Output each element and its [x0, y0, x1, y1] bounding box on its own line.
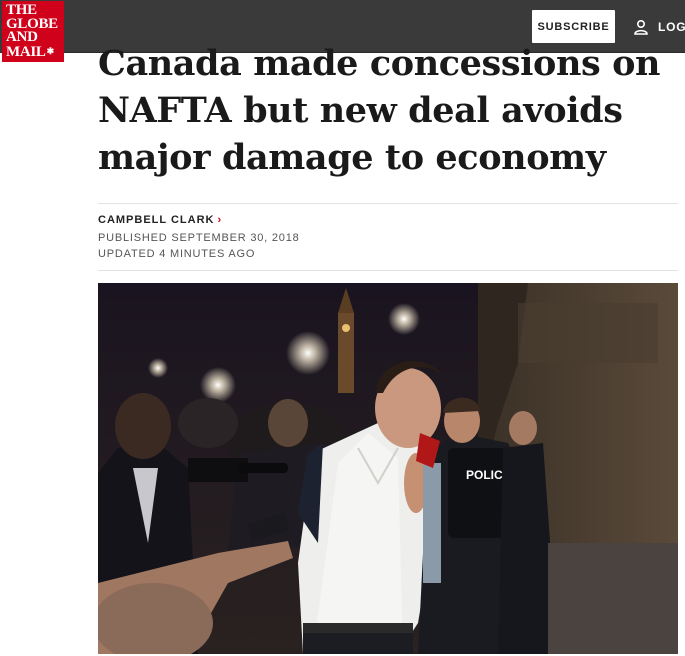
logo-line: AND — [6, 29, 38, 45]
published-date: PUBLISHED SEPTEMBER 30, 2018 — [98, 232, 300, 244]
chevron-right-icon: › — [217, 214, 223, 226]
login-label: LOG — [658, 20, 685, 34]
maple-leaf-icon: ✱ — [46, 45, 55, 56]
login-button[interactable]: LOG — [633, 14, 685, 40]
article-headline: Canada made concessions on NAFTA but new… — [98, 40, 668, 181]
headline-line: major damage to economy — [98, 137, 606, 178]
divider — [98, 270, 678, 271]
byline[interactable]: CAMPBELL CLARK › — [98, 214, 222, 226]
article-photo: POLICE — [98, 283, 678, 654]
headline-line: Canada made concessions on — [98, 43, 661, 84]
headline-line: NAFTA but new deal avoids — [98, 90, 623, 131]
divider — [98, 203, 678, 204]
logo-line: MAIL✱ — [6, 43, 55, 60]
subscribe-button[interactable]: SUBSCRIBE — [532, 10, 615, 43]
photo-illustration: POLICE — [98, 283, 678, 654]
globe-and-mail-logo[interactable]: THE GLOBE AND MAIL✱ — [2, 1, 64, 62]
updated-time: UPDATED 4 MINUTES AGO — [98, 248, 256, 260]
user-icon — [634, 19, 648, 35]
author-name[interactable]: CAMPBELL CLARK — [98, 214, 214, 226]
